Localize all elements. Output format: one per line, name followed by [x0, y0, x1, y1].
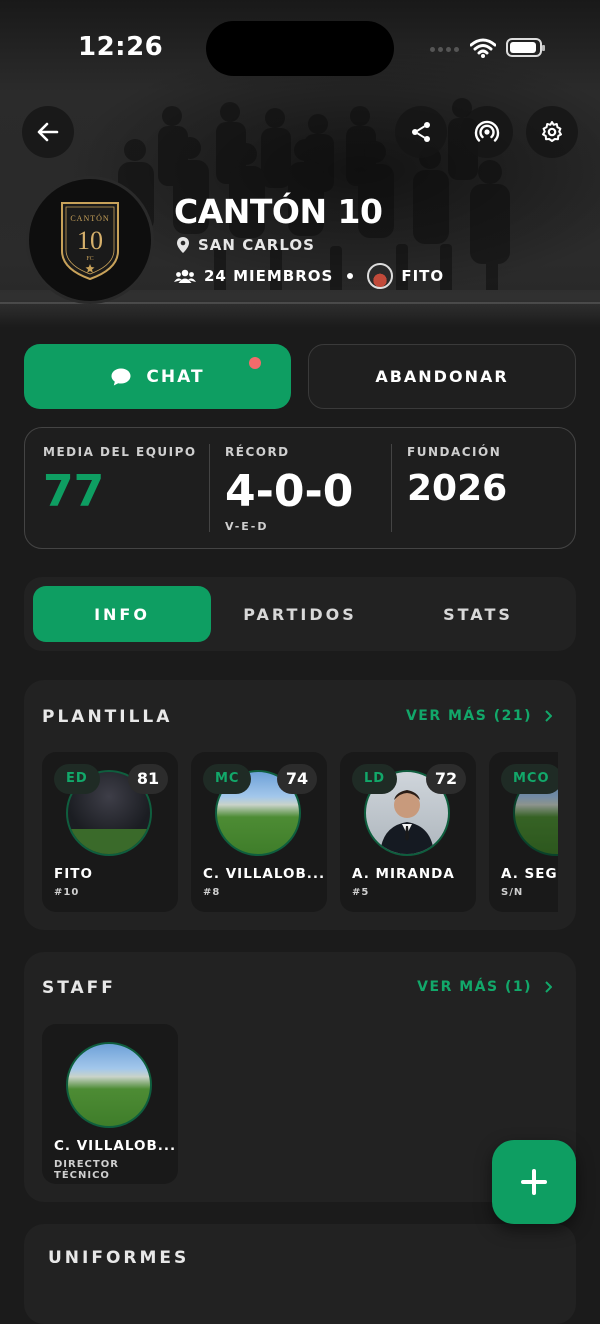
player-name: A. SEGU	[501, 866, 558, 882]
crest-sub: FC	[86, 256, 93, 262]
status-time: 12:26	[78, 32, 164, 62]
player-position: MCO	[501, 764, 558, 794]
player-card[interactable]: MCO A. SEGU S/N	[489, 752, 558, 912]
founded-stat: FUNDACIÓN 2026	[407, 428, 567, 548]
player-rating: 72	[426, 764, 466, 794]
members-icon	[174, 269, 196, 283]
staff-see-more-link[interactable]: VER MÁS (1)	[417, 979, 552, 995]
record-sub: V-E-D	[225, 520, 269, 533]
chat-label: CHAT	[146, 366, 205, 387]
owner-avatar[interactable]	[367, 263, 394, 289]
staff-member-card[interactable]: C. VILLALOB... DIRECTOR TÉCNICO	[42, 1024, 178, 1184]
cellular-signal-icon	[430, 47, 459, 52]
section-tabs: INFO PARTIDOS STATS	[24, 577, 576, 651]
player-number: #5	[352, 887, 370, 898]
add-button[interactable]	[492, 1140, 576, 1224]
staff-avatar	[66, 1042, 152, 1128]
player-position: LD	[352, 764, 398, 794]
wifi-icon	[470, 38, 496, 58]
team-meta: 24 MIEMBROS FITO	[174, 263, 444, 289]
team-average-value: 77	[43, 466, 105, 517]
chat-button[interactable]: CHAT	[24, 344, 291, 409]
uniforms-card: UNIFORMES	[24, 1224, 576, 1324]
battery-icon	[506, 38, 545, 57]
location-pin-icon	[177, 237, 189, 253]
owner-name[interactable]: FITO	[401, 267, 444, 285]
player-card[interactable]: ED 81 FITO #10	[42, 752, 178, 912]
player-card[interactable]: MC 74 C. VILLALOB... #8	[191, 752, 327, 912]
player-number: S/N	[501, 887, 524, 898]
dynamic-island	[206, 21, 394, 76]
uniforms-title: UNIFORMES	[48, 1248, 190, 1268]
team-location: SAN CARLOS	[176, 236, 315, 254]
crest-shield-icon: CANTÓN 10 FC	[61, 202, 119, 281]
player-position: MC	[203, 764, 252, 794]
record-label: RÉCORD	[225, 445, 290, 459]
leave-label: ABANDONAR	[375, 367, 509, 386]
founded-value: 2026	[407, 468, 508, 509]
tab-partidos[interactable]: PARTIDOS	[211, 586, 389, 642]
player-position: ED	[54, 764, 100, 794]
staff-role: DIRECTOR TÉCNICO	[54, 1159, 119, 1181]
broadcast-button[interactable]	[461, 106, 513, 158]
squad-card: PLANTILLA VER MÁS (21) ED 81 FITO #10 MC…	[24, 680, 576, 930]
plus-icon	[521, 1169, 547, 1195]
broadcast-icon	[474, 120, 500, 142]
team-stats-panel: MEDIA DEL EQUIPO 77 RÉCORD 4-0-0 V-E-D F…	[24, 427, 576, 549]
tab-info[interactable]: INFO	[33, 586, 211, 642]
tab-stats[interactable]: STATS	[389, 586, 567, 642]
staff-title: STAFF	[42, 978, 116, 998]
record-value: 4-0-0	[225, 466, 354, 517]
staff-name: C. VILLALOB...	[54, 1138, 177, 1154]
team-average-label: MEDIA DEL EQUIPO	[43, 445, 197, 459]
player-number: #8	[203, 887, 221, 898]
status-bar: 12:26	[0, 0, 600, 96]
chat-notification-dot	[249, 357, 261, 369]
back-button[interactable]	[22, 106, 74, 158]
chevron-right-icon	[545, 981, 552, 993]
crest-text: CANTÓN	[70, 213, 109, 223]
founded-label: FUNDACIÓN	[407, 445, 502, 459]
crest-number: 10	[77, 226, 103, 255]
settings-button[interactable]	[526, 106, 578, 158]
leave-team-button[interactable]: ABANDONAR	[308, 344, 576, 409]
player-name: A. MIRANDA	[352, 866, 455, 882]
separator-dot	[347, 273, 354, 279]
player-name: C. VILLALOB...	[203, 866, 326, 882]
player-rating: 74	[277, 764, 317, 794]
team-crest: CANTÓN 10 FC	[26, 176, 154, 304]
player-name: FITO	[54, 866, 93, 882]
player-card[interactable]: LD 72 A. MIRANDA #5	[340, 752, 476, 912]
share-button[interactable]	[395, 106, 447, 158]
team-average-stat: MEDIA DEL EQUIPO 77	[43, 428, 203, 548]
share-icon	[412, 122, 430, 142]
record-stat: RÉCORD 4-0-0 V-E-D	[225, 428, 395, 548]
gear-icon	[542, 121, 562, 142]
members-count[interactable]: 24 MIEMBROS	[204, 267, 333, 285]
team-name: CANTÓN 10	[174, 192, 383, 231]
player-number: #10	[54, 887, 80, 898]
chat-bubble-icon	[111, 368, 131, 385]
arrow-left-icon	[37, 122, 59, 142]
staff-see-more-label: VER MÁS (1)	[417, 979, 532, 995]
player-rating: 81	[128, 764, 168, 794]
location-text: SAN CARLOS	[198, 236, 315, 254]
